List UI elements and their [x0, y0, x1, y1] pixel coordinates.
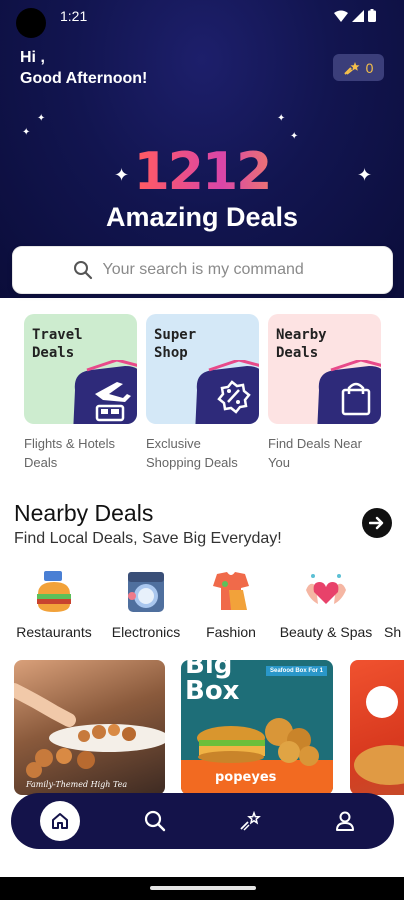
- category-fashion[interactable]: Fashion: [191, 570, 271, 640]
- search-bar[interactable]: [12, 246, 393, 294]
- category-label: Sh: [384, 624, 402, 640]
- promo-number: 1212: [0, 146, 404, 198]
- status-time: 1:21: [60, 8, 88, 24]
- category-shopping[interactable]: Sh: [384, 570, 404, 640]
- see-more-button[interactable]: [362, 508, 392, 538]
- food-image: [354, 686, 404, 785]
- search-icon: [73, 261, 92, 280]
- card-title: Super Shop: [154, 327, 197, 361]
- card-title: Travel Deals: [32, 327, 83, 361]
- deal-tile-high-tea[interactable]: Family-Themed High Tea: [14, 660, 165, 795]
- card-desc: Exclusive Shopping Deals: [146, 436, 238, 470]
- category-electronics[interactable]: Electronics: [106, 570, 186, 640]
- section-title: Nearby Deals: [14, 500, 154, 526]
- nav-home-button[interactable]: [40, 801, 80, 841]
- category-list: Restaurants Electronics Fashion Beauty &…: [0, 570, 404, 642]
- discount-badge-icon: [195, 360, 259, 424]
- card-title: Nearby Deals: [276, 327, 327, 361]
- arrow-right-icon: [369, 516, 384, 530]
- deal-tile-big-box[interactable]: Big Box Seafood Box For 1 popeyes: [181, 660, 333, 795]
- camera-cutout: [16, 8, 46, 38]
- home-gesture-handle[interactable]: [150, 886, 256, 890]
- category-beauty-spas[interactable]: Beauty & Spas: [276, 570, 376, 640]
- deals-icon: [240, 811, 261, 831]
- nav-profile-button[interactable]: [325, 801, 365, 841]
- card-nearby-deals[interactable]: Nearby Deals Find Deals Near You: [268, 314, 381, 472]
- system-navigation-bar: [0, 877, 404, 900]
- card-nearby-tile[interactable]: Nearby Deals: [268, 314, 381, 424]
- card-travel-tile[interactable]: Travel Deals: [24, 314, 137, 424]
- star-icon: ✦: [37, 113, 46, 124]
- bottom-navigation: [11, 793, 394, 849]
- search-input[interactable]: [102, 261, 333, 279]
- shopping-icon: [384, 570, 404, 614]
- category-label: Fashion: [206, 624, 256, 640]
- shooting-star-icon: [343, 61, 360, 75]
- tile-caption: Family-Themed High Tea: [26, 780, 128, 789]
- category-label: Beauty & Spas: [279, 624, 373, 640]
- wifi-icon: [334, 10, 348, 22]
- status-icons: [334, 9, 376, 22]
- burger-icon: [32, 570, 76, 614]
- tile-brand: popeyes: [215, 770, 277, 785]
- star-icon: ✦: [22, 127, 31, 138]
- heart-hands-icon: [304, 570, 348, 614]
- clothing-icon: [209, 570, 253, 614]
- home-icon: [52, 813, 68, 829]
- battery-icon: [368, 9, 376, 22]
- search-icon: [144, 810, 166, 832]
- plane-hotel-icon: [73, 360, 137, 424]
- greeting-time: Good Afternoon!: [20, 70, 148, 87]
- washing-machine-icon: [124, 570, 168, 614]
- card-super-shop[interactable]: Super Shop Exclusive Shopping Deals: [146, 314, 259, 472]
- card-desc: Flights & Hotels Deals: [24, 436, 116, 470]
- nav-search-button[interactable]: [135, 801, 175, 841]
- shopping-bag-icon: [317, 360, 381, 424]
- greeting: Hi , Good Afternoon!: [20, 47, 147, 89]
- deal-tiles: Family-Themed High Tea Big Box Seafood B…: [14, 660, 404, 795]
- category-restaurants[interactable]: Restaurants: [14, 570, 94, 640]
- profile-icon: [336, 811, 354, 831]
- points-value: 0: [365, 59, 374, 76]
- category-label: Restaurants: [16, 624, 92, 640]
- nav-deals-button[interactable]: [230, 801, 270, 841]
- star-icon: ✦: [290, 131, 299, 142]
- card-desc: Find Deals Near You: [268, 436, 362, 470]
- promo-title: Amazing Deals: [105, 202, 299, 232]
- greeting-hi: Hi ,: [20, 49, 45, 66]
- deal-cards: Travel Deals Flights & Hotels Deals Supe…: [24, 314, 381, 472]
- section-subtitle: Find Local Deals, Save Big Everyday!: [14, 530, 282, 547]
- deal-tile-partial[interactable]: P: [350, 660, 404, 795]
- category-label: Electronics: [111, 624, 181, 640]
- points-chip[interactable]: 0: [333, 54, 384, 81]
- card-shop-tile[interactable]: Super Shop: [146, 314, 259, 424]
- star-icon: ✦: [277, 113, 286, 124]
- food-image: [14, 683, 165, 778]
- signal-icon: [352, 9, 364, 22]
- card-travel-deals[interactable]: Travel Deals Flights & Hotels Deals: [24, 314, 137, 472]
